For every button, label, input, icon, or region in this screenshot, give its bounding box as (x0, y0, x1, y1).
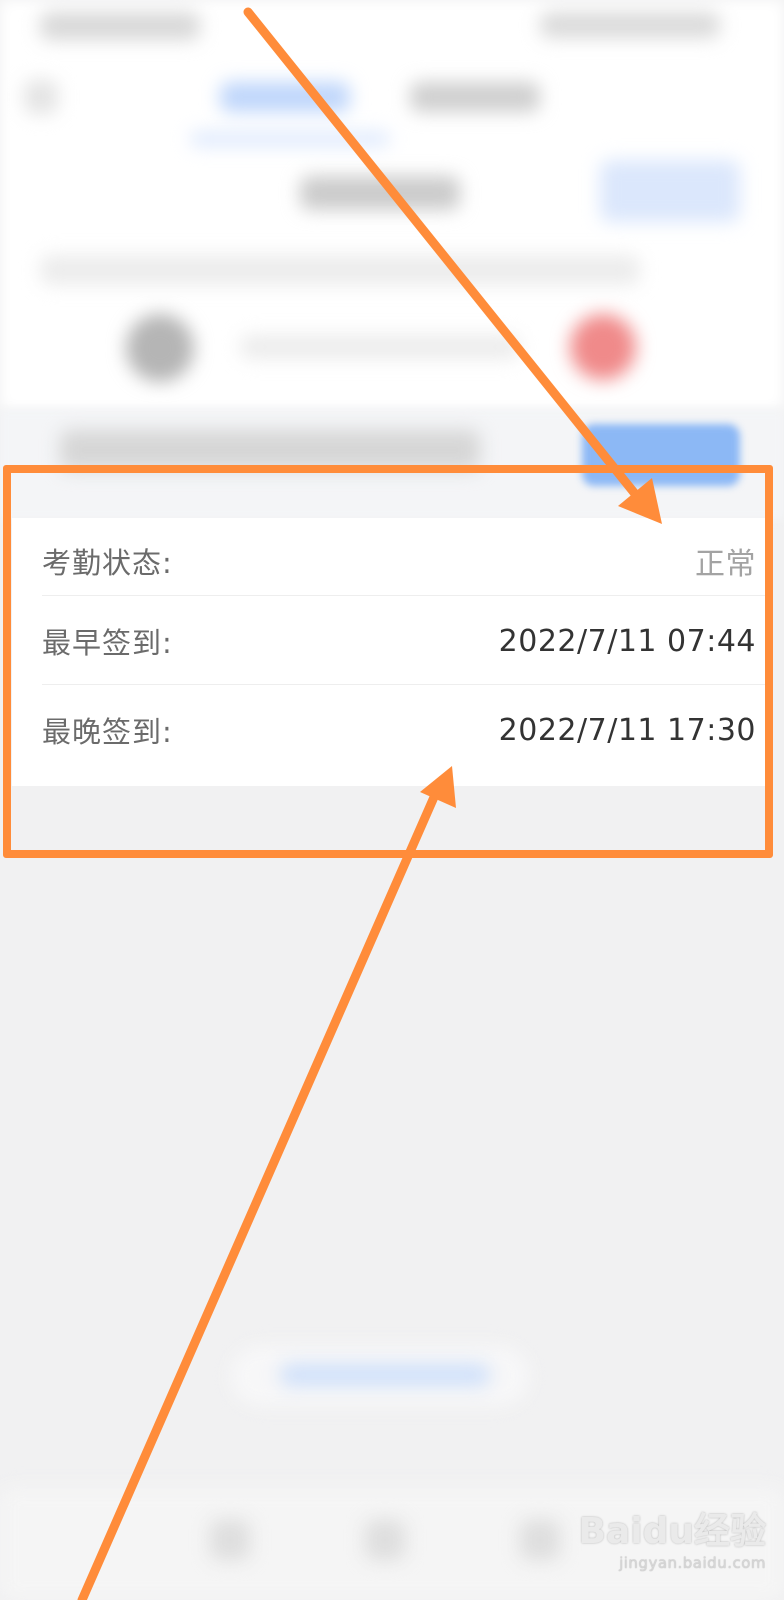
baidu-watermark: Baidu经验 jingyan.baidu.com (579, 1502, 766, 1572)
watermark-url: jingyan.baidu.com (619, 1554, 766, 1572)
watermark-brand: Baidu经验 (578, 1511, 766, 1552)
arrow-top-to-status (243, 7, 662, 524)
arrow-bottom-to-checkin (77, 766, 456, 1600)
annotation-arrows (77, 7, 662, 1600)
